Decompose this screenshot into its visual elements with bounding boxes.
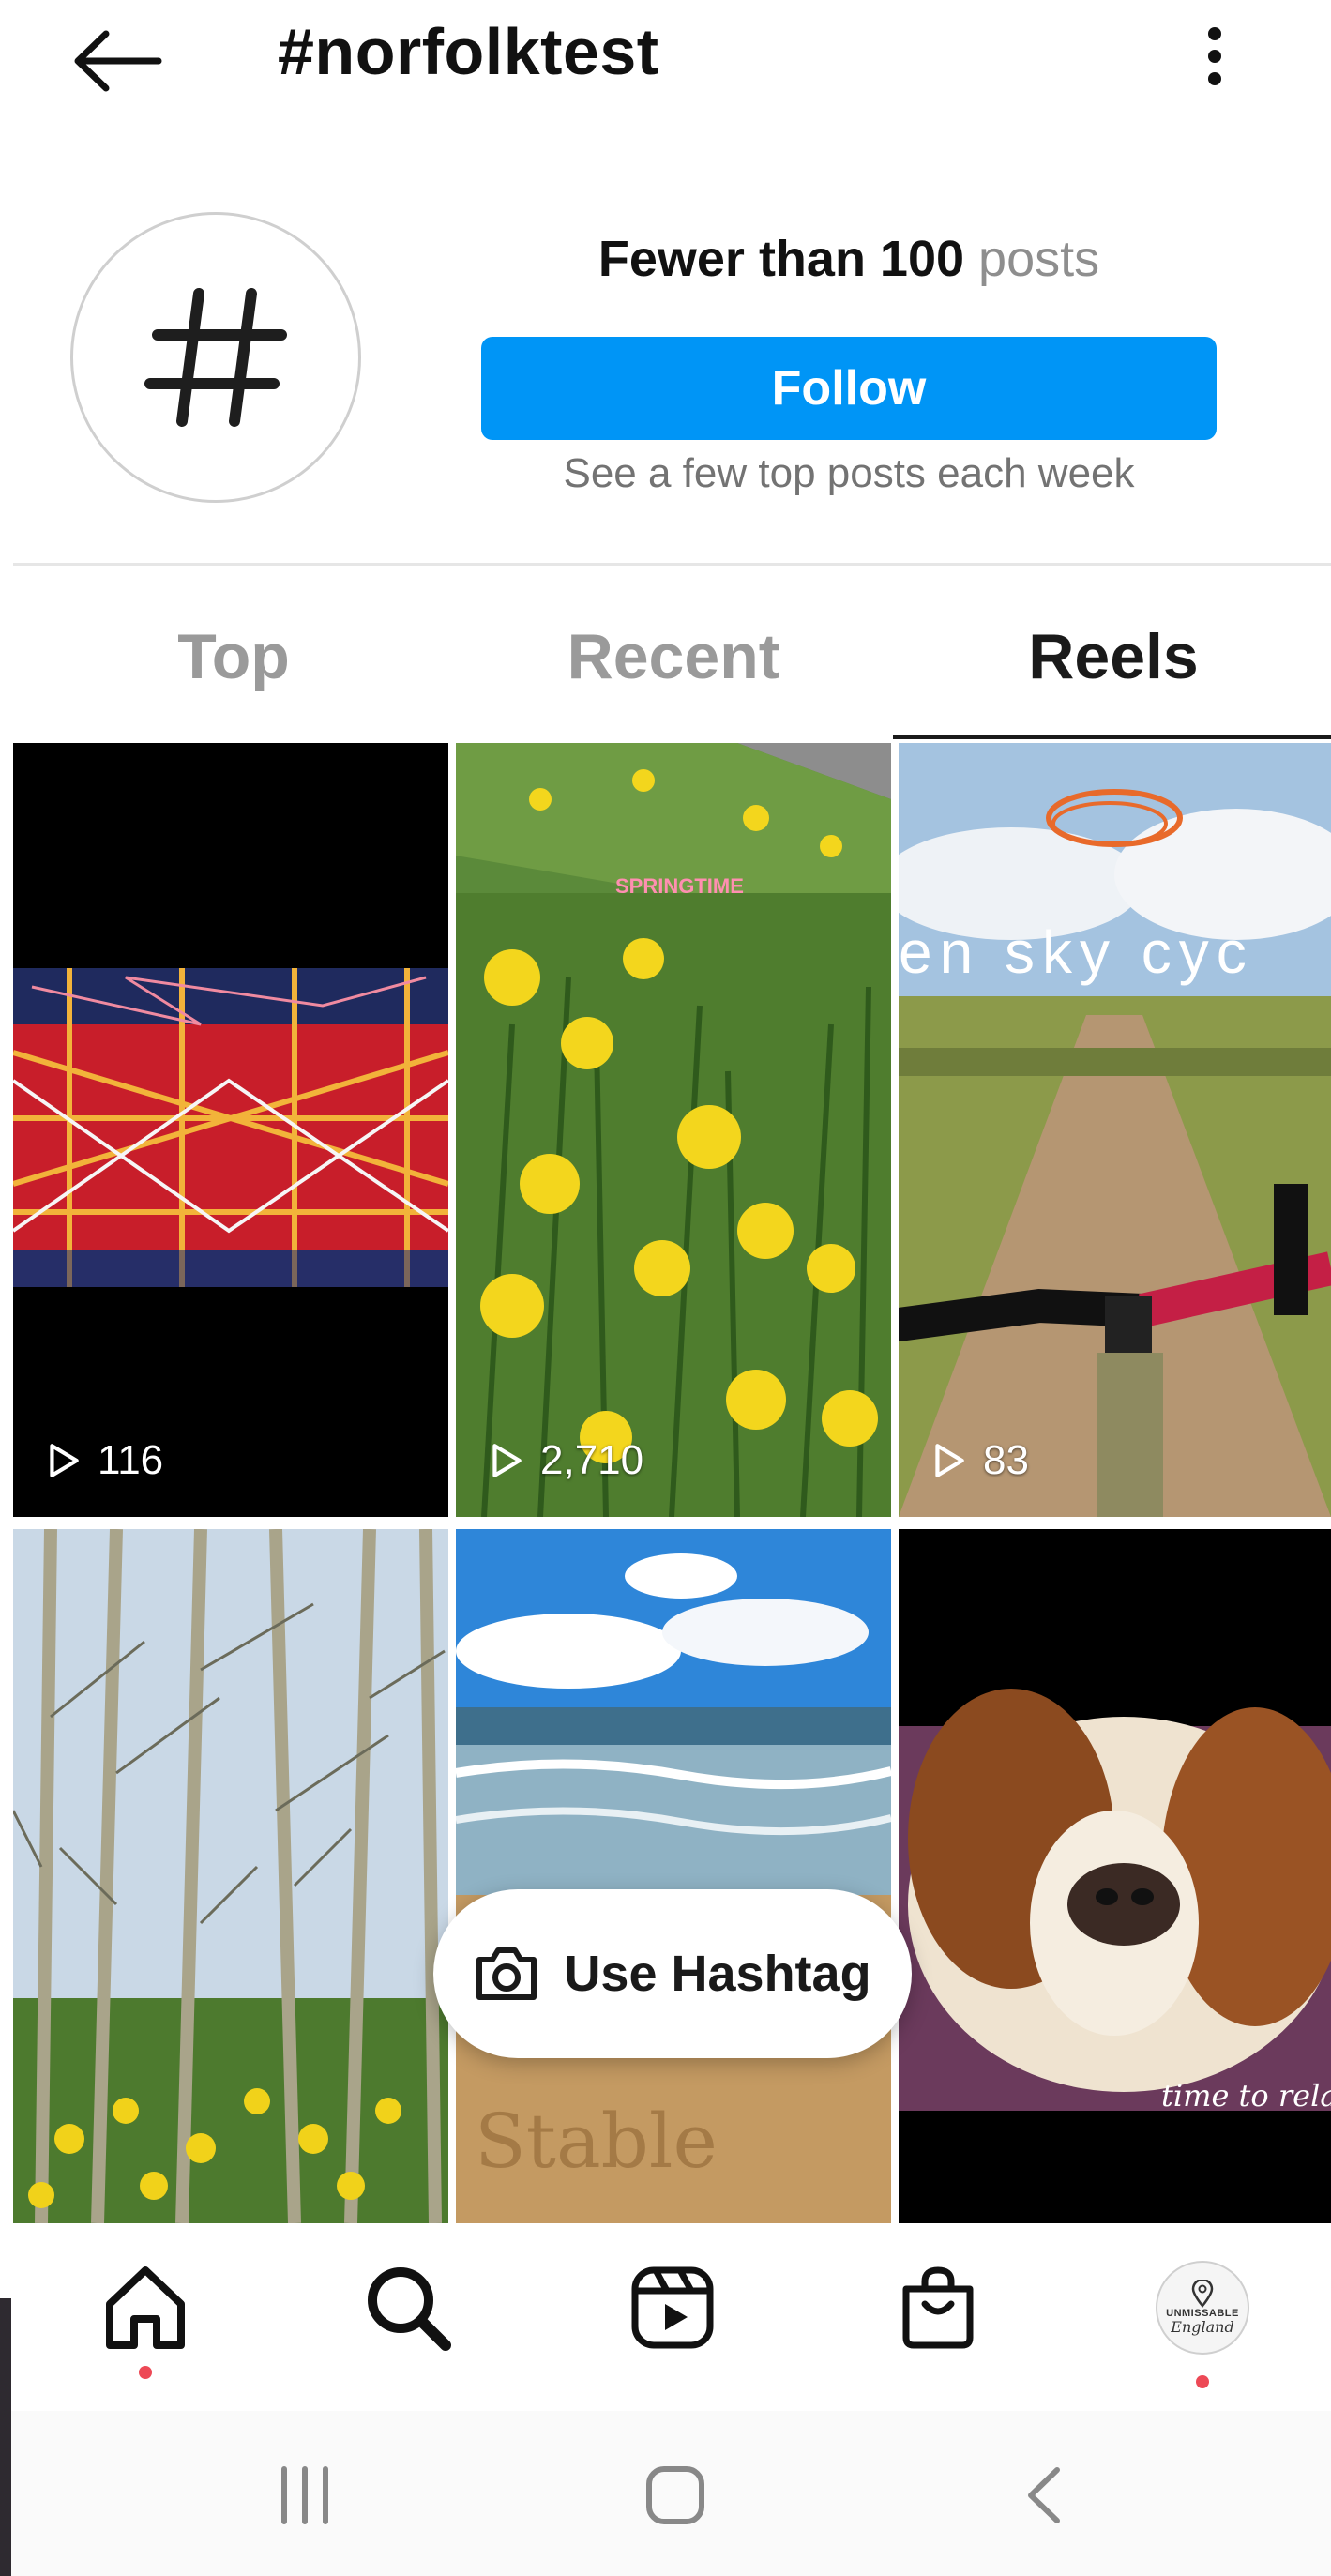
camera-icon	[476, 1947, 537, 2000]
nav-shop[interactable]	[872, 2242, 1004, 2373]
hashtag-icon	[144, 288, 287, 427]
use-hashtag-button[interactable]: Use Hashtag	[433, 1889, 912, 2058]
reel-overlay-text: time to relax	[1161, 2078, 1331, 2114]
post-count-label: posts	[978, 231, 1100, 287]
bottom-nav: UNMISSABLE England	[0, 2223, 1331, 2411]
reel-tile-3[interactable]: en sky cyc 83	[899, 743, 1331, 1517]
chevron-left-icon	[1028, 2467, 1060, 2523]
play-count: 83	[929, 1432, 1029, 1489]
active-tab-indicator	[893, 735, 1331, 739]
nav-search[interactable]	[342, 2242, 474, 2373]
recent-apps-icon	[281, 2466, 328, 2524]
reel-thumbnail: SPRINGTIME	[456, 743, 891, 1517]
reel-overlay-text: SPRINGTIME	[615, 874, 744, 898]
left-edge-strip	[0, 2298, 11, 2576]
location-pin-icon	[1191, 2280, 1214, 2308]
home-notification-dot	[139, 2366, 152, 2379]
play-count: 2,710	[486, 1432, 643, 1489]
profile-avatar-script: England	[1171, 2318, 1234, 2336]
play-count: 116	[43, 1432, 163, 1489]
reel-thumbnail	[13, 743, 448, 1517]
tab-reels[interactable]: Reels	[893, 600, 1331, 713]
nav-reels[interactable]	[607, 2242, 738, 2373]
reel-tile-6[interactable]: time to relax	[899, 1529, 1331, 2223]
nav-profile[interactable]: UNMISSABLE England	[1137, 2242, 1268, 2373]
divider	[13, 563, 1331, 566]
back-button[interactable]	[56, 9, 178, 113]
svg-text:Stable: Stable	[475, 2098, 718, 2185]
reel-tile-4[interactable]	[13, 1529, 448, 2223]
nav-home[interactable]	[80, 2242, 211, 2373]
tab-recent[interactable]: Recent	[453, 600, 894, 713]
reel-thumbnail: en sky cyc	[899, 743, 1331, 1517]
home-square-icon	[646, 2466, 704, 2524]
follow-subtitle: See a few top posts each week	[563, 450, 1135, 496]
reels-icon	[631, 2266, 714, 2349]
play-icon	[935, 1444, 964, 1477]
play-icon	[50, 1444, 79, 1477]
system-nav-bar	[0, 2411, 1331, 2576]
tab-top[interactable]: Top	[13, 600, 454, 713]
hashtag-avatar	[70, 212, 361, 503]
reel-tile-2[interactable]: SPRINGTIME 2,710	[456, 743, 891, 1517]
reel-tile-1[interactable]: 116	[13, 743, 448, 1517]
more-vertical-icon	[1208, 27, 1221, 85]
reel-tile-5[interactable]: Stable	[456, 1529, 891, 2223]
home-icon	[106, 2266, 185, 2349]
post-count: Fewer than 100 posts	[481, 221, 1217, 296]
play-icon	[492, 1444, 522, 1477]
play-count-value: 83	[983, 1437, 1029, 1483]
profile-avatar: UNMISSABLE England	[1156, 2261, 1249, 2355]
recent-apps-button[interactable]	[249, 2448, 361, 2542]
follow-button[interactable]: Follow	[481, 337, 1217, 440]
search-icon	[368, 2267, 451, 2351]
page-title: #norfolktest	[278, 15, 659, 88]
profile-notification-dot	[1196, 2375, 1209, 2388]
back-arrow-icon	[74, 30, 162, 92]
shop-icon	[902, 2266, 974, 2349]
reel-overlay-text: en sky cyc	[899, 918, 1254, 986]
reel-thumbnail: time to relax	[899, 1529, 1331, 2223]
more-options-button[interactable]	[1177, 9, 1252, 103]
back-system-button[interactable]	[988, 2448, 1100, 2542]
reel-thumbnail	[13, 1529, 448, 2223]
use-hashtag-label: Use Hashtag	[564, 1946, 871, 2002]
home-system-button[interactable]	[619, 2448, 732, 2542]
play-count-value: 116	[98, 1437, 164, 1483]
reel-thumbnail: Stable	[456, 1529, 891, 2223]
post-count-value: Fewer than 100	[597, 231, 965, 287]
play-count-value: 2,710	[540, 1437, 644, 1483]
